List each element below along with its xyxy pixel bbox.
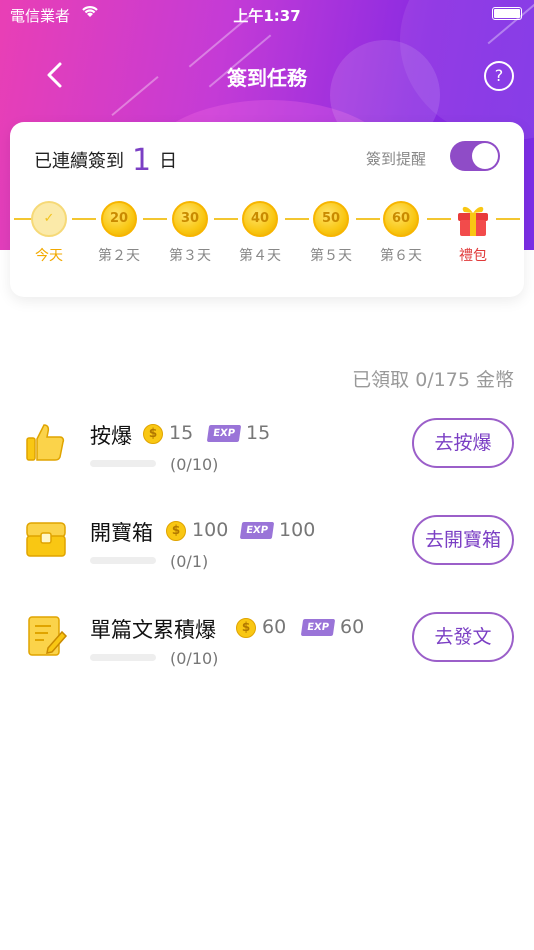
exp-reward: EXP 15 — [206, 422, 271, 444]
exp-reward-value: 60 — [340, 616, 365, 638]
streak-days: 1 — [132, 143, 152, 178]
task-progress-bar — [90, 654, 156, 661]
reminder-toggle[interactable] — [450, 141, 500, 171]
streak-prefix: 已連續簽到 — [34, 151, 124, 172]
day-connector — [356, 218, 380, 220]
task-progress-bar — [90, 557, 156, 564]
streak-summary: 已連續簽到 1 日 — [34, 140, 178, 178]
exp-reward-value: 100 — [279, 519, 316, 541]
task-progress-bar — [90, 460, 156, 467]
exp-icon: EXP — [300, 619, 336, 636]
task-name: 單篇文累積爆 — [90, 618, 216, 642]
day-coin: 60 — [383, 201, 419, 237]
checkin-card: 已連續簽到 1 日 簽到提醒 ✓ 今天 20 第２天 30 第３天 40 第４天 5… — [10, 122, 524, 297]
coin-icon: $ — [166, 520, 186, 541]
coin-reward-value: 60 — [262, 616, 287, 638]
status-time: 上午1:37 — [233, 7, 301, 25]
help-icon[interactable]: ? — [484, 61, 514, 91]
exp-reward: EXP 100 — [239, 519, 316, 541]
task-progress-count: (0/10) — [170, 649, 219, 668]
day-label-gift: 禮包 — [459, 248, 487, 264]
task-progress-count: (0/1) — [170, 552, 209, 571]
coin-reward-value: 15 — [169, 422, 194, 444]
day-coin: 30 — [172, 201, 208, 237]
exp-reward: EXP 60 — [300, 616, 365, 638]
day-coin: 50 — [313, 201, 349, 237]
reminder-label: 簽到提醒 — [366, 150, 427, 168]
write-note-icon — [28, 616, 68, 656]
day-connector — [72, 218, 96, 220]
coin-reward: $ 100 — [166, 519, 228, 541]
day-coin: 20 — [101, 201, 137, 237]
gift-icon — [458, 206, 488, 236]
claimed-coins-text: 已領取 0/175 金幣 — [352, 369, 514, 391]
day-connector — [285, 218, 309, 220]
day-coin: 40 — [242, 201, 278, 237]
streak-unit: 日 — [159, 151, 178, 172]
thumbs-up-icon — [26, 424, 65, 461]
day-label: 第６天 — [380, 248, 422, 264]
coin-reward: $ 15 — [143, 422, 193, 444]
task-name: 開寶箱 — [90, 521, 153, 545]
task-name: 按爆 — [90, 424, 132, 448]
coin-reward-value: 100 — [192, 519, 229, 541]
exp-icon: EXP — [206, 425, 242, 442]
day-label: 今天 — [35, 248, 63, 264]
task-go-button[interactable]: 去開寶箱 — [412, 515, 514, 565]
day-connector — [143, 218, 167, 220]
coin-icon: $ — [236, 617, 256, 638]
day-label: 第３天 — [169, 248, 211, 264]
task-go-button[interactable]: 去按爆 — [412, 418, 514, 468]
coin-icon: $ — [143, 423, 163, 444]
exp-icon: EXP — [239, 522, 275, 539]
battery-icon — [492, 7, 522, 20]
exp-reward-value: 15 — [246, 422, 271, 444]
day-label: 第２天 — [98, 248, 140, 264]
day-connector — [496, 218, 520, 220]
page-title: 簽到任務 — [227, 66, 307, 90]
coin-reward: $ 60 — [236, 616, 286, 638]
status-bar: 電信業者 上午1:37 — [0, 0, 534, 28]
day-connector — [427, 218, 451, 220]
treasure-chest-icon — [26, 522, 66, 557]
day-label: 第４天 — [239, 248, 281, 264]
task-go-button[interactable]: 去發文 — [412, 612, 514, 662]
day-connector — [214, 218, 238, 220]
task-progress-count: (0/10) — [170, 455, 219, 474]
day-coin-checked-icon: ✓ — [31, 201, 67, 237]
day-label: 第５天 — [310, 248, 352, 264]
